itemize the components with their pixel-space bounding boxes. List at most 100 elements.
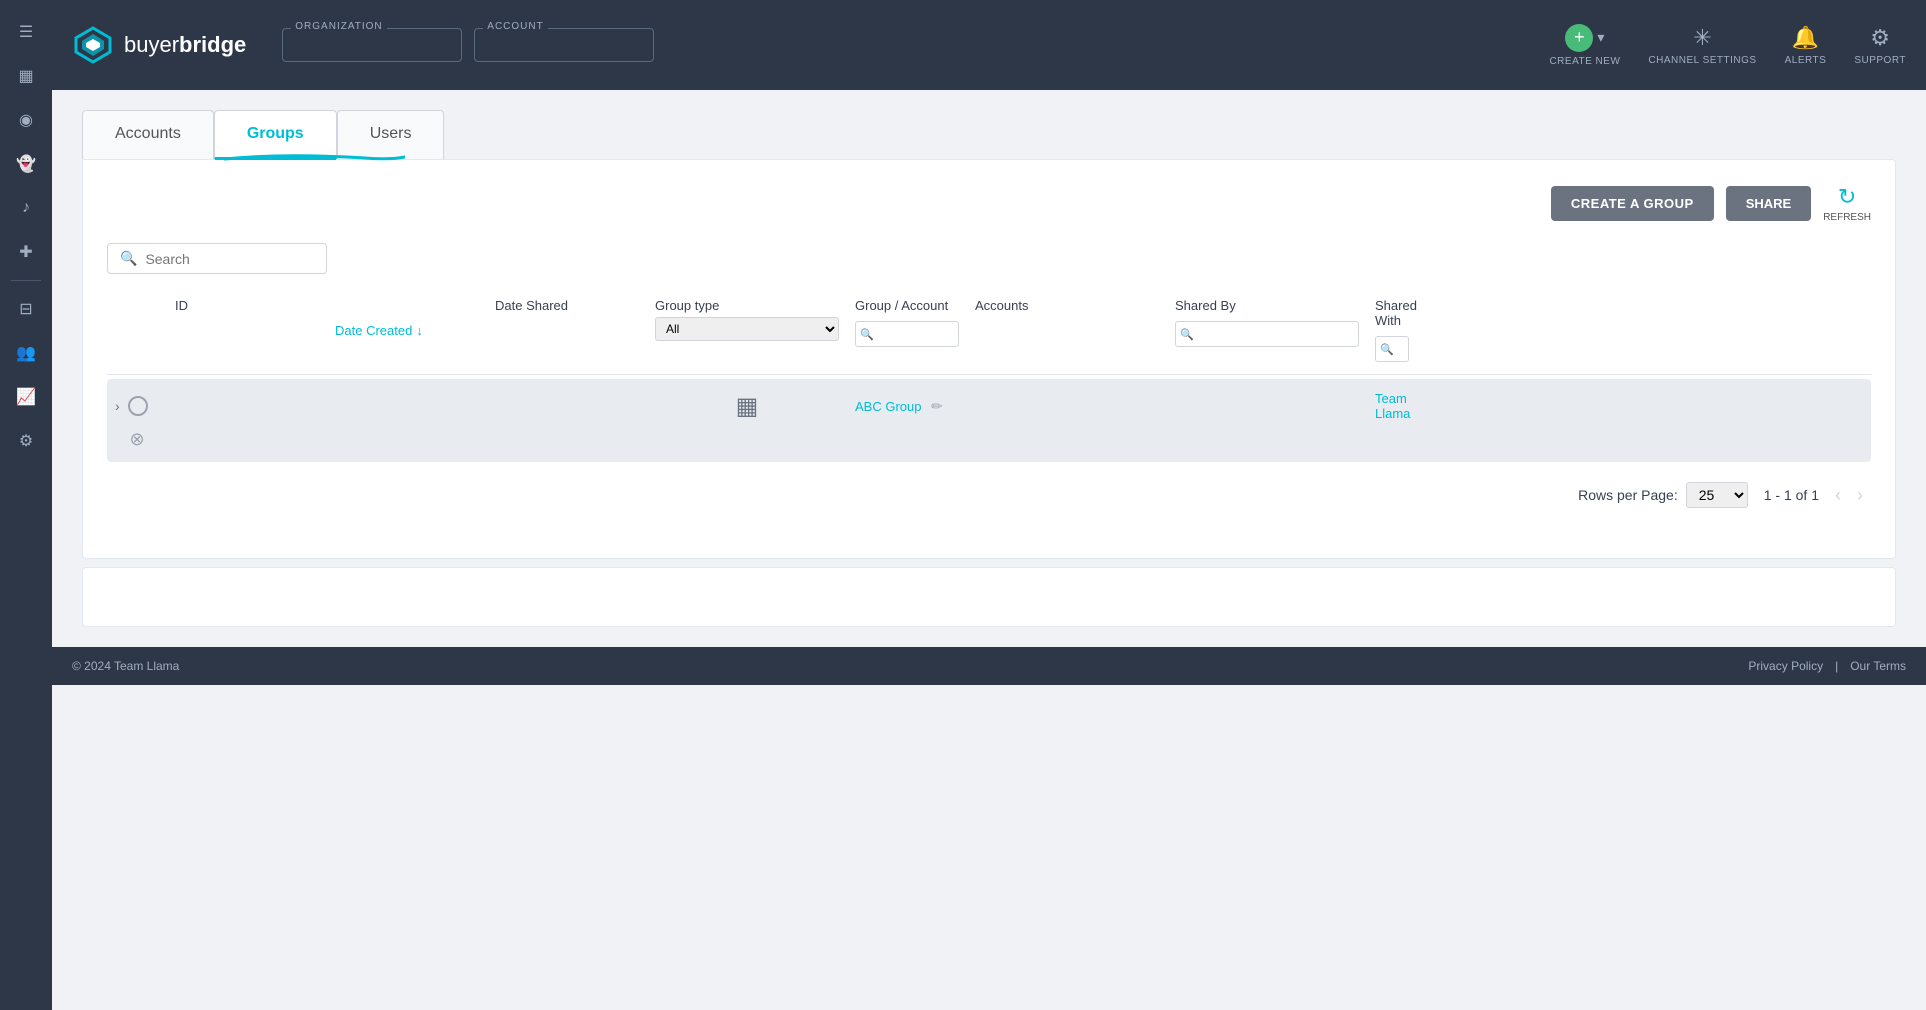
tab-groups[interactable]: Groups [214, 110, 337, 159]
sidebar-item-snapchat[interactable]: 👻 [6, 144, 46, 184]
organization-value [295, 35, 449, 57]
prev-page-button[interactable]: ‹ [1835, 485, 1841, 506]
create-new-wrapper: + ▾ [1565, 24, 1604, 52]
sidebar-item-analytics[interactable]: 📈 [6, 377, 46, 417]
td-group-type-icon: ▦ [647, 388, 847, 425]
search-container: 🔍 [107, 243, 1871, 274]
td-date-created [327, 402, 487, 410]
sidebar: ☰ ▦ ◉ 👻 ♪ ✚ ⊟ 👥 📈 ⚙ [0, 0, 52, 1010]
organization-label: ORGANIZATION [291, 21, 386, 32]
organization-field[interactable]: ORGANIZATION [282, 28, 462, 62]
layers-icon: ⊟ [19, 299, 32, 319]
alerts-icon: 🔔 [1792, 25, 1819, 51]
terms-link[interactable]: Our Terms [1850, 659, 1906, 673]
snapchat-icon: 👻 [16, 154, 36, 174]
row-circle-icon [128, 396, 148, 416]
td-expand: › [107, 392, 167, 420]
refresh-button[interactable]: ↻ REFRESH [1823, 184, 1871, 223]
sidebar-item-pinterest[interactable]: ✚ [6, 232, 46, 272]
logo: buyerbridge [72, 24, 246, 66]
search-wrapper: 🔍 [107, 243, 327, 274]
th-date-created[interactable]: Date Created ↓ [327, 294, 487, 366]
groups-table: ID Date Created ↓ Date Shared Group type [107, 294, 1871, 462]
group-type-filter-select[interactable]: All [655, 317, 839, 341]
org-account-fields: ORGANIZATION ACCOUNT [282, 28, 654, 62]
sidebar-item-social[interactable]: ◉ [6, 100, 46, 140]
channel-settings-action[interactable]: ✳ CHANNEL SETTINGS [1648, 25, 1756, 66]
pinterest-icon: ✚ [19, 242, 32, 262]
th-expand [107, 294, 167, 366]
remove-button[interactable]: ⊗ [129, 429, 144, 450]
page-info: 1 - 1 of 1 [1764, 487, 1819, 503]
groups-panel: CREATE A GROUP SHARE ↻ REFRESH 🔍 [82, 159, 1896, 559]
share-button[interactable]: SHARE [1726, 186, 1812, 221]
table-header: ID Date Created ↓ Date Shared Group type [107, 294, 1871, 375]
logo-icon [72, 24, 114, 66]
content-area: Accounts Groups Users [52, 90, 1926, 647]
shared-with-search-icon: 🔍 [1380, 343, 1394, 356]
group-account-search-icon: 🔍 [860, 328, 874, 341]
group-account-link[interactable]: ABC Group [855, 399, 921, 414]
scroll-area: Accounts Groups Users [52, 90, 1926, 1010]
edit-group-icon[interactable]: ✏ [931, 398, 943, 414]
create-group-button[interactable]: CREATE A GROUP [1551, 186, 1714, 221]
td-date-shared [487, 402, 647, 410]
gear-icon: ⚙ [19, 431, 33, 451]
sidebar-item-tiktok[interactable]: ♪ [6, 188, 46, 228]
account-field[interactable]: ACCOUNT [474, 28, 654, 62]
tabs: Accounts Groups Users [82, 110, 1896, 159]
alerts-label: ALERTS [1785, 55, 1827, 66]
topbar-actions: + ▾ CREATE NEW ✳ CHANNEL SETTINGS 🔔 ALER… [1549, 24, 1906, 67]
sidebar-item-settings[interactable]: ⚙ [6, 421, 46, 461]
group-type-icon: ▦ [736, 393, 759, 420]
tab-users[interactable]: Users [337, 110, 445, 159]
td-shared-with: Team Llama [1367, 387, 1417, 425]
search-input[interactable] [145, 251, 314, 267]
sort-icon: ↓ [416, 323, 423, 338]
account-label: ACCOUNT [483, 21, 547, 32]
rows-per-page-select[interactable]: 25 10 50 100 [1686, 482, 1748, 508]
alerts-action[interactable]: 🔔 ALERTS [1785, 25, 1827, 66]
tab-accounts[interactable]: Accounts [82, 110, 214, 159]
account-value [487, 35, 641, 57]
group-account-search-input[interactable] [874, 324, 954, 344]
search-icon: 🔍 [120, 250, 137, 267]
create-new-dropdown-icon: ▾ [1597, 29, 1604, 46]
rows-per-page-label: Rows per Page: [1578, 487, 1678, 503]
shared-by-search-input[interactable] [1194, 324, 1354, 344]
shared-with-search-input[interactable] [1394, 339, 1406, 359]
hamburger-icon: ☰ [19, 22, 33, 42]
bottom-card [82, 567, 1896, 627]
sidebar-divider [11, 280, 41, 281]
logo-text: buyerbridge [124, 32, 246, 58]
rows-per-page: Rows per Page: 25 10 50 100 [1578, 482, 1748, 508]
expand-button[interactable]: › [115, 398, 120, 414]
create-new-icon: + [1565, 24, 1593, 52]
td-shared-by [1167, 402, 1367, 410]
sidebar-item-layers[interactable]: ⊟ [6, 289, 46, 329]
shared-with-link[interactable]: Team Llama [1375, 391, 1410, 421]
sidebar-item-users[interactable]: 👥 [6, 333, 46, 373]
create-new-label: CREATE NEW [1549, 56, 1620, 67]
panel-header: CREATE A GROUP SHARE ↻ REFRESH [107, 184, 1871, 223]
support-label: SUPPORT [1854, 55, 1906, 66]
support-icon: ⚙ [1870, 25, 1890, 51]
sidebar-item-ads[interactable]: ▦ [6, 56, 46, 96]
tiktok-icon: ♪ [22, 199, 30, 217]
privacy-policy-link[interactable]: Privacy Policy [1748, 659, 1823, 673]
sidebar-hamburger[interactable]: ☰ [6, 12, 46, 52]
main-content: buyerbridge ORGANIZATION ACCOUNT + ▾ [52, 0, 1926, 1010]
support-action[interactable]: ⚙ SUPPORT [1854, 25, 1906, 66]
footer-links: Privacy Policy | Our Terms [1748, 659, 1906, 673]
refresh-label: REFRESH [1823, 212, 1871, 223]
footer-copyright: © 2024 Team Llama [72, 659, 179, 673]
channel-settings-icon: ✳ [1693, 25, 1711, 51]
next-page-button[interactable]: › [1857, 485, 1863, 506]
th-id: ID [167, 294, 327, 366]
table-row: › [107, 379, 1871, 462]
th-group-type: Group type All [647, 294, 847, 366]
td-remove: ⊗ [107, 425, 167, 454]
create-new-action[interactable]: + ▾ CREATE NEW [1549, 24, 1620, 67]
channel-settings-label: CHANNEL SETTINGS [1648, 55, 1756, 66]
th-date-shared: Date Shared [487, 294, 647, 366]
